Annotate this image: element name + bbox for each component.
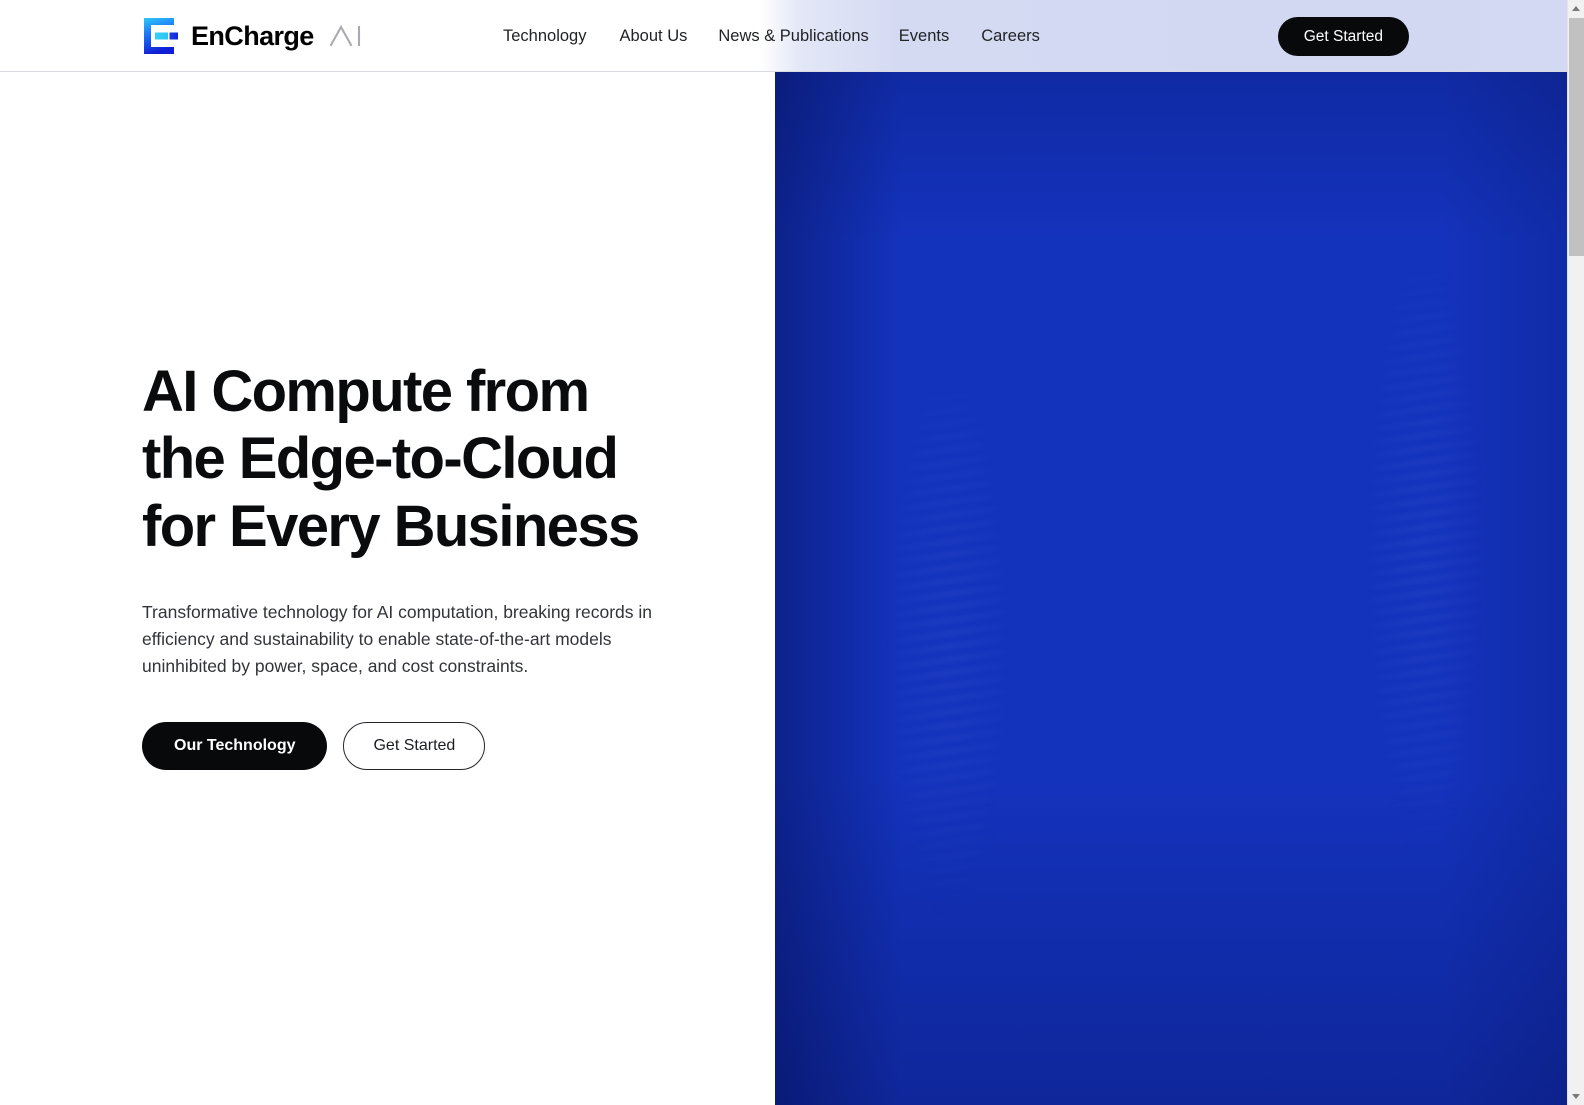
hero-photo-vignette [775, 0, 1567, 1105]
logo-link[interactable]: EnCharge [142, 16, 372, 56]
nav-item-about-us[interactable]: About Us [619, 21, 687, 52]
header-get-started-button[interactable]: Get Started [1277, 17, 1409, 56]
hero-background-image [775, 0, 1567, 1105]
encharge-e-logo-icon [144, 18, 178, 54]
our-technology-button[interactable]: Our Technology [142, 722, 328, 771]
nav-item-technology[interactable]: Technology [503, 21, 586, 52]
hero-section: AI Compute from the Edge-to-Cloud for Ev… [142, 358, 712, 771]
hero-action-buttons: Our Technology Get Started [142, 722, 712, 771]
site-header: EnCharge Technology About Us News & Publ… [0, 0, 1567, 72]
logo-ai-suffix-icon [329, 24, 360, 47]
main-navigation: Technology About Us News & Publications … [503, 0, 1040, 72]
scroll-up-triangle-icon [1572, 6, 1580, 11]
logo-wordmark: EnCharge [191, 20, 314, 51]
nav-item-news-publications[interactable]: News & Publications [718, 21, 868, 52]
scroll-down-triangle-icon [1572, 1094, 1580, 1099]
page-content: EnCharge Technology About Us News & Publ… [0, 0, 1567, 1105]
hero-headline: AI Compute from the Edge-to-Cloud for Ev… [142, 359, 640, 559]
hero-get-started-button[interactable]: Get Started [343, 722, 486, 771]
hero-subtitle: Transformative technology for AI computa… [142, 601, 653, 677]
nav-item-events[interactable]: Events [899, 21, 949, 52]
nav-item-careers[interactable]: Careers [981, 21, 1040, 52]
browser-viewport: EnCharge Technology About Us News & Publ… [0, 0, 1584, 1105]
vertical-scrollbar[interactable] [1567, 0, 1584, 1105]
scrollbar-thumb[interactable] [1569, 18, 1584, 256]
scroll-up-arrow-icon[interactable] [1568, 0, 1584, 17]
scroll-down-arrow-icon[interactable] [1568, 1088, 1584, 1105]
